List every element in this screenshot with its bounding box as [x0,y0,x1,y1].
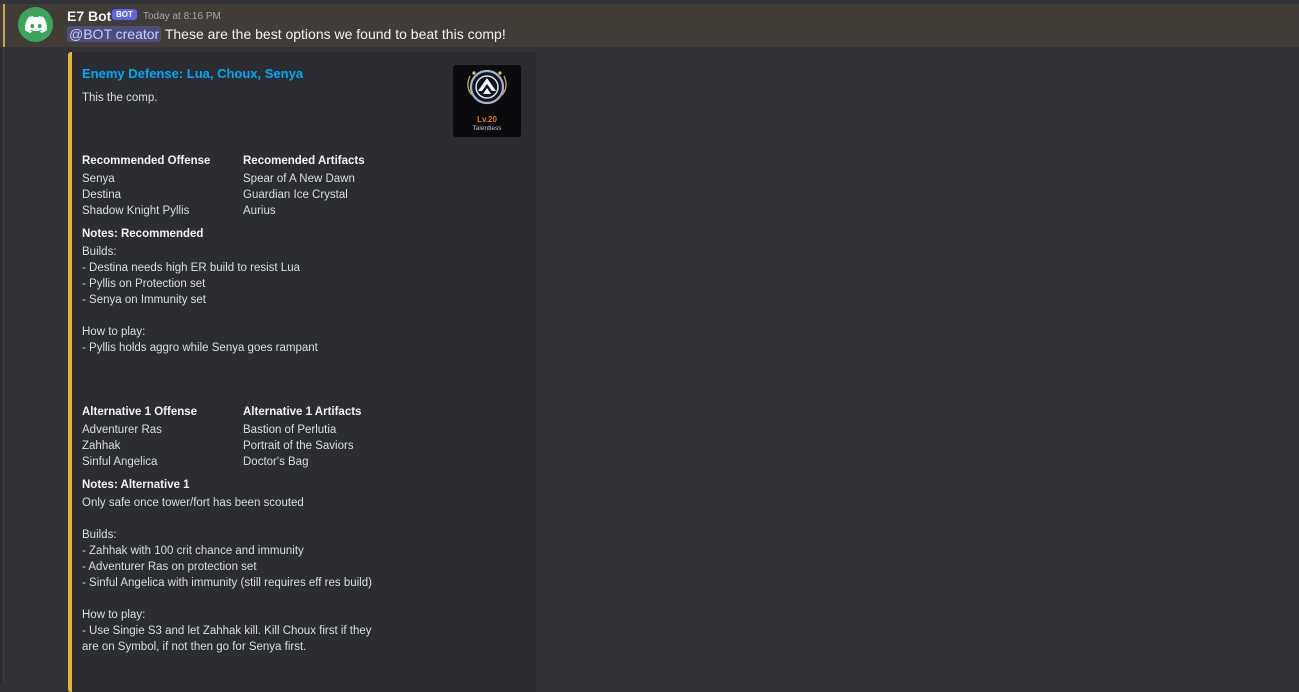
timestamp: Today at 8:16 PM [143,11,221,22]
note-line: Builds: [82,529,117,541]
left-edge-line [3,47,4,684]
note-line: - Destina needs high ER build to resist … [82,262,300,274]
note-line: are on Symbol, if not then go for Senya … [82,641,307,653]
artifact-item: Aurius [243,205,276,217]
note-line: - Sinful Angelica with immunity (still r… [82,577,372,589]
guild-emblem-icon [467,69,507,105]
offense-hero: Senya [82,173,115,185]
thumbnail-level: Lv.20 [477,115,497,124]
note-line: - Pyllis on Protection set [82,278,206,290]
message-text: These are the best options we found to b… [161,26,506,42]
thumbnail-caption: Talentless [472,125,502,132]
note-line: - Zahhak with 100 crit chance and immuni… [82,545,304,557]
alternative1-artifacts-heading: Alternative 1 Artifacts [243,406,362,418]
note-line: How to play: [82,326,146,338]
artifact-item: Bastion of Perlutia [243,424,337,436]
note-line: - Adventurer Ras on protection set [82,561,257,573]
alternative1-offense-heading: Alternative 1 Offense [82,406,198,418]
discord-logo-icon [24,16,47,33]
bot-tag: BOT [112,9,137,20]
user-mention[interactable]: @BOT creator [67,26,162,42]
artifact-item: Doctor's Bag [243,456,309,468]
note-line: - Senya on Immunity set [82,294,206,306]
note-line: Only safe once tower/fort has been scout… [82,497,304,509]
recommended-offense-heading: Recommended Offense [82,155,211,167]
embed-description: This the comp. [82,92,158,104]
note-line: Builds: [82,246,117,258]
artifact-item: Guardian Ice Crystal [243,189,348,201]
note-line: - Use Singie S3 and let Zahhak kill. Kil… [82,625,372,637]
offense-hero: Destina [82,189,121,201]
offense-hero: Sinful Angelica [82,456,158,468]
alternative1-notes-heading: Notes: Alternative 1 [82,479,190,491]
artifact-item: Portrait of the Saviors [243,440,354,452]
username[interactable]: E7 Bot [67,8,111,24]
embed-title[interactable]: Enemy Defense: Lua, Choux, Senya [82,66,303,81]
offense-hero: Adventurer Ras [82,424,162,436]
note-line: - Pyllis holds aggro while Senya goes ra… [82,342,318,354]
message-content: @BOT creator These are the best options … [67,26,506,42]
offense-hero: Shadow Knight Pyllis [82,205,190,217]
recommended-notes-heading: Notes: Recommended [82,228,204,240]
embed: Enemy Defense: Lua, Choux, Senya This th… [68,52,536,692]
recommended-artifacts-heading: Recomended Artifacts [243,155,365,167]
artifact-item: Spear of A New Dawn [243,173,355,185]
embed-thumbnail[interactable]: Lv.20 Talentless [453,65,521,137]
offense-hero: Zahhak [82,440,121,452]
highlight-bar [3,4,5,47]
note-line: How to play: [82,609,146,621]
avatar[interactable] [18,7,53,42]
